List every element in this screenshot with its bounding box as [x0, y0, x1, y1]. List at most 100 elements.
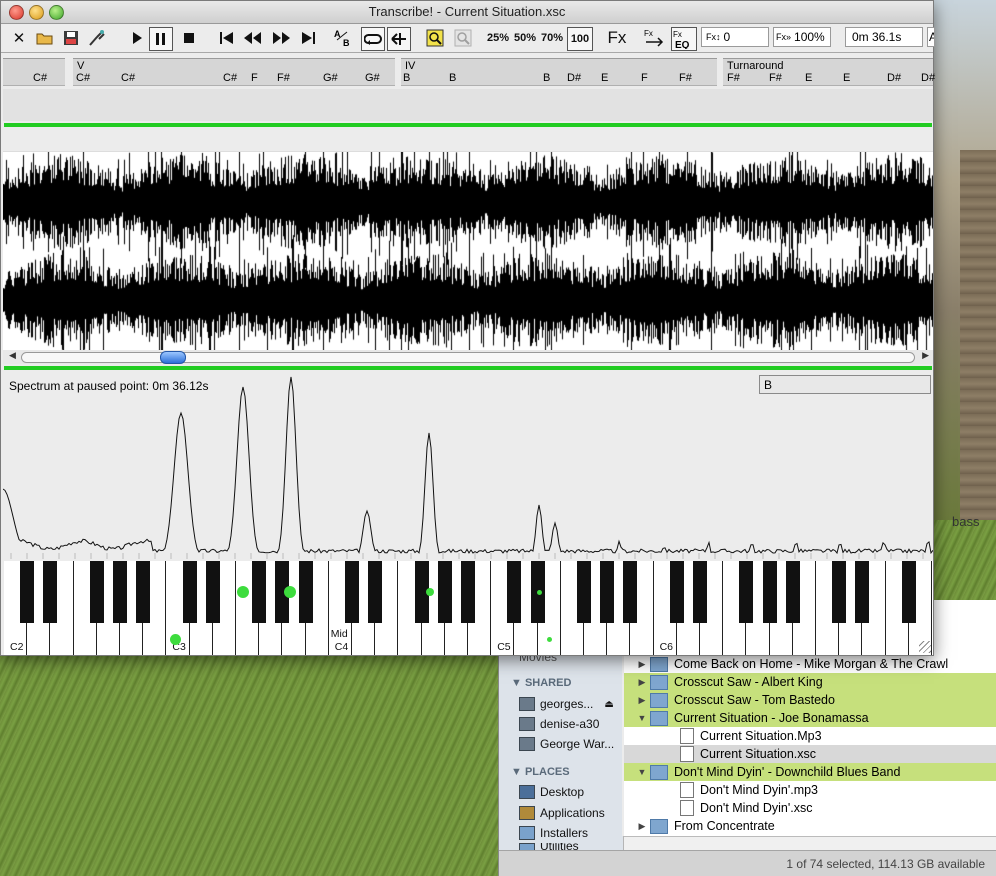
disclosure-open-icon[interactable]: ▼ [634, 767, 650, 777]
piano-black-key[interactable] [298, 561, 313, 623]
marker-area[interactable] [3, 89, 933, 121]
disclosure-closed-icon[interactable]: ▶ [634, 821, 650, 832]
zoom-in-icon[interactable] [425, 27, 445, 49]
rewind-icon[interactable] [243, 27, 263, 49]
piano-black-key[interactable] [785, 561, 800, 623]
piano-black-key[interactable] [577, 561, 591, 623]
folder-row[interactable]: ▼ Current Situation - Joe Bonamassa [624, 709, 996, 727]
time-field[interactable]: 0m 36.1s [845, 27, 923, 47]
folder-row[interactable]: ▶ From Concentrate [624, 817, 996, 835]
chord-label[interactable]: F [251, 72, 258, 84]
waveform-view[interactable] [3, 151, 933, 350]
sidebar-item-desktop[interactable]: Desktop [519, 783, 584, 801]
stop-icon[interactable] [179, 27, 199, 49]
piano-black-key[interactable] [368, 561, 383, 623]
waveform-scrollbar[interactable]: ◀ ▶ [3, 350, 933, 364]
eject-icon[interactable]: ⏏ [604, 699, 613, 710]
chord-label[interactable]: B [403, 72, 410, 84]
chord-label[interactable]: D# [887, 72, 901, 84]
detected-note-field[interactable]: B [759, 375, 931, 394]
piano-black-key[interactable] [113, 561, 127, 623]
scroll-track[interactable] [21, 352, 915, 363]
piano-black-key[interactable] [507, 561, 522, 623]
scroll-left-arrow[interactable]: ◀ [9, 350, 16, 361]
file-row[interactable]: Current Situation.Mp3 [624, 727, 996, 745]
fx-button[interactable]: Fx [607, 27, 627, 49]
piano-black-key[interactable] [461, 561, 475, 623]
chord-label[interactable]: D# [921, 72, 935, 84]
file-row[interactable]: Current Situation.xsc [624, 745, 996, 763]
piano-black-key[interactable] [832, 561, 847, 623]
loop-icon[interactable] [361, 27, 385, 51]
speed-25-button[interactable]: 25% [487, 27, 509, 49]
scroll-thumb[interactable] [160, 351, 186, 364]
chord-label[interactable]: F# [679, 72, 692, 84]
piano-black-key[interactable] [182, 561, 197, 623]
piano-black-key[interactable] [136, 561, 151, 623]
piano-black-key[interactable] [205, 561, 220, 623]
disclosure-closed-icon[interactable]: ▶ [634, 659, 650, 670]
chord-label[interactable]: B [543, 72, 550, 84]
overflow-field[interactable]: A [927, 27, 935, 47]
save-icon[interactable] [61, 27, 81, 49]
chord-label[interactable]: E [843, 72, 850, 84]
sidebar-item-installers[interactable]: Installers [519, 824, 588, 842]
jump-back-icon[interactable] [387, 27, 411, 51]
chord-label[interactable]: E [601, 72, 608, 84]
piano-black-key[interactable] [855, 561, 870, 623]
folder-row[interactable]: ▶ Crosscut Saw - Albert King [624, 673, 996, 691]
sidebar-item-shared-1[interactable]: denise-a30 [519, 715, 599, 733]
speed-70-button[interactable]: 70% [541, 27, 563, 49]
piano-black-key[interactable] [623, 561, 638, 623]
disclosure-closed-icon[interactable]: ▶ [634, 695, 650, 706]
folder-row[interactable]: ▶ Crosscut Saw - Tom Bastedo [624, 691, 996, 709]
finder-horizontal-scrollbar[interactable] [624, 836, 996, 851]
zoom-out-icon[interactable] [453, 27, 473, 49]
sidebar-item-shared-0[interactable]: georges... ⏏ [519, 695, 614, 713]
chord-label[interactable]: F# [769, 72, 782, 84]
piano-black-key[interactable] [252, 561, 267, 623]
playback-range-bar[interactable] [4, 123, 932, 127]
file-row[interactable]: Don't Mind Dyin'.xsc [624, 799, 996, 817]
piano-black-key[interactable] [693, 561, 707, 623]
disclosure-closed-icon[interactable]: ▶ [634, 677, 650, 688]
chord-label[interactable]: C# [223, 72, 237, 84]
piano-black-key[interactable] [762, 561, 777, 623]
chord-label[interactable]: D# [567, 72, 581, 84]
chord-section[interactable]: Turnaround [723, 58, 933, 86]
skip-end-icon[interactable] [298, 27, 318, 49]
tempo-field[interactable]: Fx» 100% [773, 27, 831, 47]
chord-label[interactable]: G# [323, 72, 338, 84]
chord-label[interactable]: B [449, 72, 456, 84]
pitch-field[interactable]: Fx↕ 0 [701, 27, 769, 47]
resize-handle[interactable] [919, 641, 931, 653]
piano-keyboard[interactable]: C2 C3 C4 C5 C6 Mid [4, 561, 933, 655]
chord-lane[interactable]: C# V C# C# C# F F# G# G# IV B B B D# E F F# Turnaround F# F… [3, 56, 935, 86]
chord-label[interactable]: C# [33, 72, 47, 84]
title-bar[interactable]: Transcribe! - Current Situation.xsc [1, 1, 933, 24]
open-folder-icon[interactable] [35, 27, 55, 49]
chord-label[interactable]: F# [727, 72, 740, 84]
chord-label[interactable]: E [805, 72, 812, 84]
ab-loop-icon[interactable]: AB [333, 27, 353, 49]
file-row[interactable]: Don't Mind Dyin'.mp3 [624, 781, 996, 799]
folder-row[interactable]: ▼ Don't Mind Dyin' - Downchild Blues Band [624, 763, 996, 781]
piano-black-key[interactable] [669, 561, 684, 623]
waveform-canvas[interactable] [3, 152, 933, 350]
piano-black-key[interactable] [20, 561, 35, 623]
piano-black-key[interactable] [345, 561, 359, 623]
play-icon[interactable] [127, 27, 147, 49]
skip-start-icon[interactable] [217, 27, 237, 49]
piano-black-key[interactable] [89, 561, 104, 623]
piano-black-key[interactable] [600, 561, 615, 623]
disclosure-open-icon[interactable]: ▼ [634, 713, 650, 723]
piano-black-key[interactable] [43, 561, 58, 623]
piano-black-key[interactable] [739, 561, 754, 623]
playback-range-bar-lower[interactable] [4, 366, 932, 370]
chord-label[interactable]: C# [76, 72, 90, 84]
sidebar-item-applications[interactable]: Applications [519, 804, 605, 822]
chord-label[interactable]: G# [365, 72, 380, 84]
close-file-icon[interactable]: ✕ [9, 27, 29, 49]
scroll-right-arrow[interactable]: ▶ [922, 350, 929, 361]
desktop-icon-label[interactable]: bass [952, 514, 979, 529]
